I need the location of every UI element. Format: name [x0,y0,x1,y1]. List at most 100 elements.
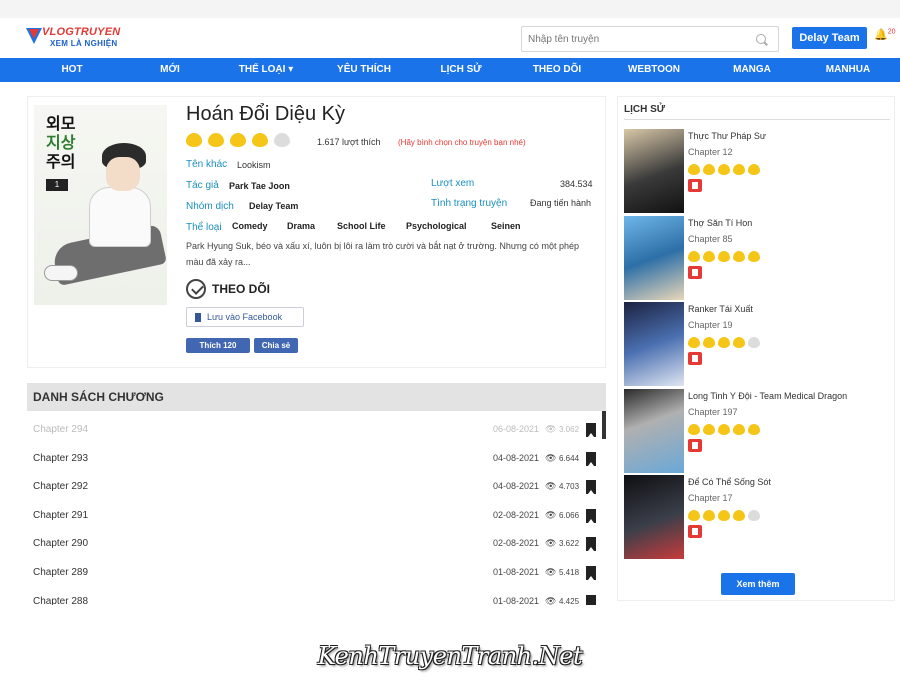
genre-tag[interactable]: Seinen [491,221,521,231]
star-icon[interactable] [186,133,202,147]
chapter-row[interactable]: Chapter 288 01-08-2021 👁 4.425 [27,588,606,605]
search-icon[interactable] [756,34,766,44]
history-rating [688,162,763,180]
nav-item-favorites[interactable]: YÊU THÍCH [337,58,391,82]
chapter-list-scrollbar[interactable] [602,411,606,439]
history-title[interactable]: Để Có Thể Sống Sót [688,477,771,487]
nav-item-hot[interactable]: HOT [61,58,82,82]
nav-item-following[interactable]: THEO DÕI [533,58,581,82]
history-item[interactable]: Để Có Thể Sống Sót Chapter 17 [624,475,890,559]
history-rating [688,249,763,267]
history-title[interactable]: Thợ Săn Tí Hon [688,218,752,228]
history-title[interactable]: Long Tinh Y Đội - Team Medical Dragon [688,391,847,401]
bookmark-icon[interactable] [586,508,596,523]
nav-item-webtoon[interactable]: WEBTOON [628,58,680,82]
chapter-date: 02-08-2021 [493,538,540,549]
chapter-name[interactable]: Chapter 292 [33,481,88,492]
cover-figure-shoe [44,265,78,281]
manga-summary: Park Hyung Suk, béo và xấu xí, luôn bị l… [186,241,579,267]
bookmark-icon[interactable] [586,451,596,466]
delete-icon[interactable] [688,525,702,538]
history-title[interactable]: Ranker Tái Xuất [688,304,753,314]
delete-icon[interactable] [688,352,702,365]
history-chapter[interactable]: Chapter 12 [688,147,733,157]
other-name-value: Lookism [237,160,271,170]
user-account-button[interactable]: Delay Team [792,27,867,49]
history-divider [624,119,890,120]
star-icon[interactable] [208,133,224,147]
site-logo[interactable]: VLOGTRUYEN XEM LÀ NGHIỆN [26,26,136,52]
chapter-name[interactable]: Chapter 291 [33,510,88,521]
search-input[interactable] [528,31,748,47]
chapter-row[interactable]: Chapter 289 01-08-2021 👁 5.418 [27,559,606,587]
nav-item-history[interactable]: LỊCH SỬ [440,58,481,82]
star-icon [703,423,715,435]
bookmark-icon[interactable] [586,423,596,437]
history-thumbnail[interactable] [624,475,684,559]
genre-tag[interactable]: Drama [287,221,315,231]
history-chapter[interactable]: Chapter 17 [688,493,733,503]
author-value[interactable]: Park Tae Joon [229,181,290,191]
genre-tag[interactable]: Psychological [406,221,467,231]
chapter-name[interactable]: Chapter 289 [33,567,88,578]
star-icon [688,337,700,348]
chapter-list-header: DANH SÁCH CHƯƠNG [27,383,606,411]
star-icon [703,510,715,521]
nav-item-new[interactable]: MỚI [160,58,180,82]
history-rating [688,422,763,440]
notification-bell[interactable]: 🔔20 [874,28,896,41]
nav-item-manga[interactable]: MANGA [733,58,771,82]
history-thumbnail[interactable] [624,302,684,386]
nav-item-genres[interactable]: THỂ LOẠI ▾ [239,58,293,82]
chapter-name[interactable]: Chapter 288 [33,596,88,605]
history-thumbnail[interactable] [624,388,684,473]
history-thumbnail[interactable] [624,215,684,300]
eye-icon: 👁 [545,452,557,463]
history-item[interactable]: Long Tinh Y Đội - Team Medical Dragon Cha… [624,388,890,473]
genre-label: Thể loại [186,222,222,233]
chapter-row[interactable]: Chapter 293 04-08-2021 👁 6.644 [27,445,606,473]
chapter-name[interactable]: Chapter 294 [33,424,88,435]
star-icon[interactable] [274,133,290,147]
notification-count: 20 [887,28,896,36]
eye-icon: 👁 [545,595,557,605]
save-to-facebook-button[interactable]: Lưu vào Facebook [186,307,304,327]
chapter-row[interactable]: Chapter 290 02-08-2021 👁 3.622 [27,530,606,558]
nav-item-manhua[interactable]: MANHUA [826,58,870,82]
chapter-views: 5.418 [559,568,580,577]
star-icon [733,250,745,262]
star-icon [748,250,760,262]
star-icon[interactable] [252,133,268,147]
genre-tag[interactable]: School Life [337,221,386,231]
star-icon[interactable] [230,133,246,147]
delete-icon[interactable] [688,265,702,279]
chapter-row[interactable]: Chapter 292 04-08-2021 👁 4.703 [27,473,606,501]
manga-cover-image[interactable]: 외모 지상 주의 1 [34,105,167,305]
history-item[interactable]: Thợ Săn Tí Hon Chapter 85 [624,215,890,300]
bookmark-icon[interactable] [586,566,596,580]
chapter-row[interactable]: Chapter 294 06-08-2021 👁 3.062 [27,416,606,444]
bookmark-icon[interactable] [586,537,596,552]
delete-icon[interactable] [688,438,702,452]
bookmark-icon[interactable] [586,480,596,495]
facebook-like-button[interactable]: Thích 120 [186,338,250,353]
delete-icon[interactable] [688,179,702,192]
chapter-name[interactable]: Chapter 293 [33,453,88,464]
genre-tag[interactable]: Comedy [232,221,268,231]
history-item[interactable]: Ranker Tái Xuất Chapter 19 [624,302,890,386]
history-item[interactable]: Thực Thư Pháp Sư Chapter 12 [624,129,890,213]
facebook-share-button[interactable]: Chia sẻ [254,338,298,353]
view-more-button[interactable]: Xem thêm [721,573,795,595]
history-thumbnail[interactable] [624,129,684,213]
team-value[interactable]: Delay Team [249,201,298,211]
history-chapter[interactable]: Chapter 19 [688,320,733,330]
check-circle-icon [186,279,206,299]
rating-stars[interactable] [186,133,296,149]
chapter-name[interactable]: Chapter 290 [33,538,88,549]
history-chapter[interactable]: Chapter 85 [688,234,733,244]
history-chapter[interactable]: Chapter 197 [688,407,738,417]
history-title[interactable]: Thực Thư Pháp Sư [688,131,766,141]
bookmark-icon[interactable] [586,594,596,605]
star-icon [733,510,745,521]
chapter-row[interactable]: Chapter 291 02-08-2021 👁 6.066 [27,502,606,530]
